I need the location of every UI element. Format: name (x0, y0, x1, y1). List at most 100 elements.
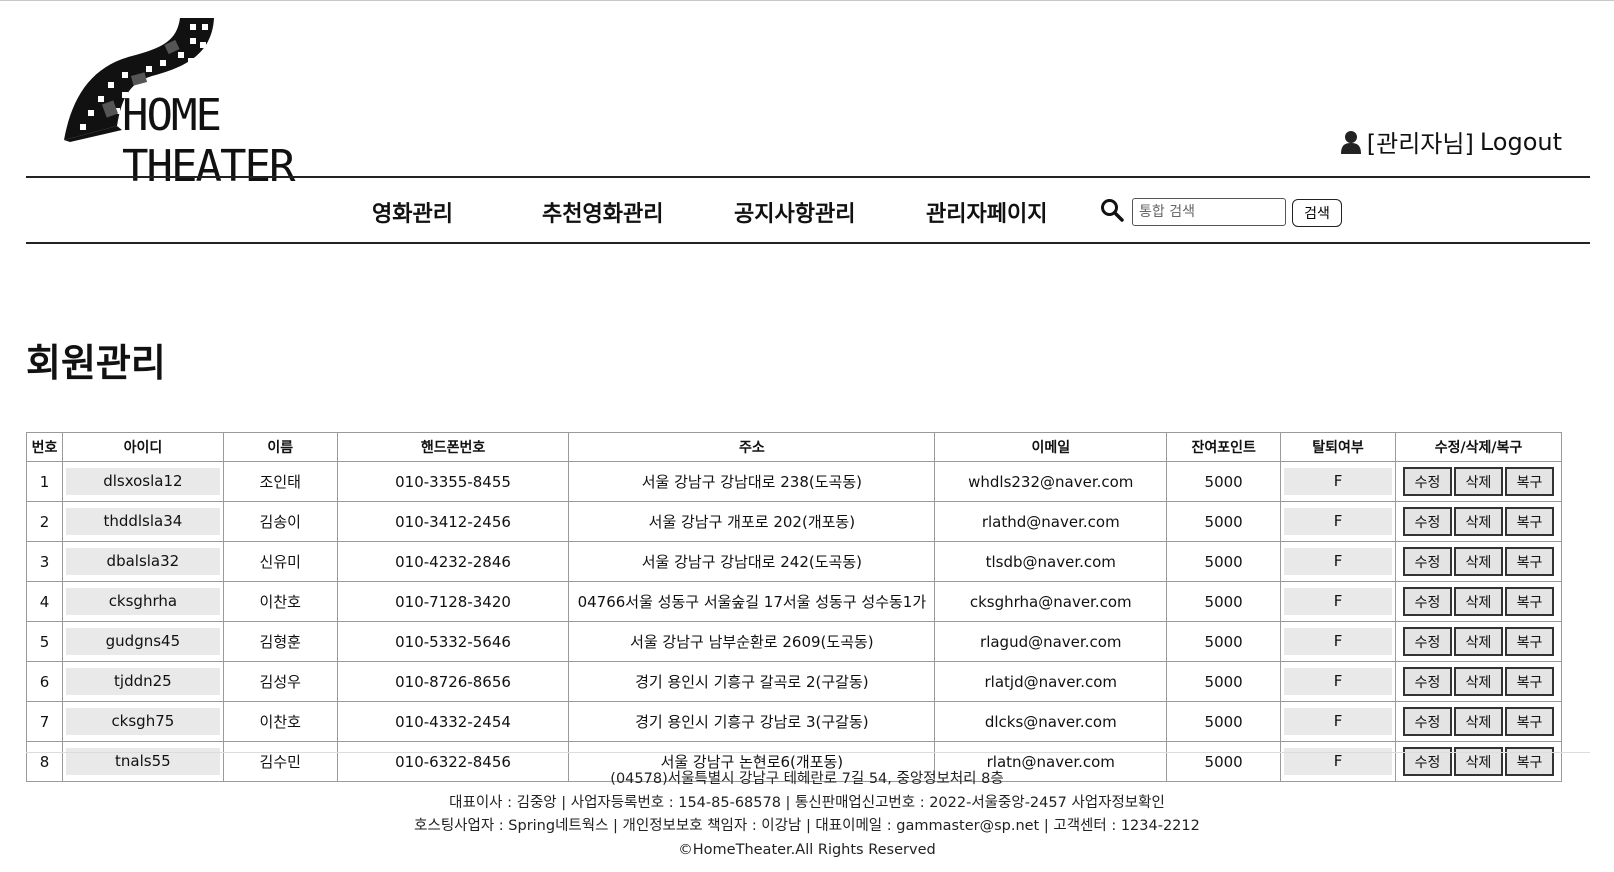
cell-withdrawn: F (1284, 588, 1392, 615)
nav-item-notice-manage[interactable]: 공지사항관리 (734, 196, 855, 228)
cell-phone: 010-4232-2846 (336, 541, 570, 582)
cell-withdrawn-cell: F (1280, 541, 1396, 582)
edit-button[interactable]: 수정 (1402, 507, 1452, 536)
footer-address: (04578)서울특별시 강남구 테헤란로 7길 54, 중앙정보처리 8층 (610, 771, 1004, 787)
cell-no: 2 (26, 501, 63, 542)
footer-divider (26, 752, 1590, 753)
cell-address: 서울 강남구 개포로 202(개포동) (568, 501, 936, 542)
table-body: 1 dlsxosla12 조인태 010-3355-8455 서울 강남구 강남대로 2… (26, 461, 1563, 782)
cell-address: 서울 강남구 강남대로 238(도곡동) (568, 461, 936, 502)
nav-item-movie-manage[interactable]: 영화관리 (372, 196, 453, 228)
user-icon (1340, 130, 1361, 154)
cell-id: dbalsla32 (65, 548, 220, 575)
cell-withdrawn: F (1284, 708, 1392, 735)
column-header-actions: 수정/삭제/복구 (1394, 432, 1563, 462)
cell-name: 김형훈 (222, 621, 338, 662)
cell-email: rlagud@naver.com (934, 621, 1168, 662)
cell-points: 5000 (1166, 621, 1282, 662)
cell-phone: 010-3355-8455 (336, 461, 570, 502)
cell-email: rlatjd@naver.com (934, 661, 1168, 702)
footer-hosting-info: 호스팅사업자 : Spring네트웍스 | 개인정보보호 책임자 : 이강남 |… (414, 818, 1200, 834)
delete-button[interactable]: 삭제 (1453, 627, 1503, 656)
search-button[interactable]: 검색 (1292, 199, 1342, 227)
delete-button[interactable]: 삭제 (1453, 507, 1503, 536)
logout-link[interactable]: Logout (1480, 128, 1562, 156)
cell-no: 4 (26, 581, 63, 622)
logo[interactable]: HOME THEATER (62, 16, 402, 192)
cell-email: cksghrha@naver.com (934, 581, 1168, 622)
edit-button[interactable]: 수정 (1402, 467, 1452, 496)
delete-button[interactable]: 삭제 (1453, 547, 1503, 576)
column-header-points: 잔여포인트 (1166, 432, 1282, 462)
edit-button[interactable]: 수정 (1402, 667, 1452, 696)
cell-withdrawn: F (1284, 628, 1392, 655)
cell-no: 7 (26, 701, 63, 742)
cell-email: whdls232@naver.com (934, 461, 1168, 502)
cell-id: cksgh75 (65, 708, 220, 735)
cell-phone: 010-5332-5646 (336, 621, 570, 662)
restore-button[interactable]: 복구 (1504, 547, 1554, 576)
delete-button[interactable]: 삭제 (1453, 667, 1503, 696)
column-header-id: 아이디 (61, 432, 224, 462)
edit-button[interactable]: 수정 (1402, 707, 1452, 736)
page: HOME THEATER [관리자님] Logout 영화관리 추천영화관리 공… (0, 0, 1614, 872)
restore-button[interactable]: 복구 (1504, 627, 1554, 656)
cell-points: 5000 (1166, 581, 1282, 622)
edit-button[interactable]: 수정 (1402, 627, 1452, 656)
cell-name: 조인태 (222, 461, 338, 502)
column-header-name: 이름 (222, 432, 338, 462)
cell-id-cell: cksgh75 (61, 701, 224, 742)
cell-id: gudgns45 (65, 628, 220, 655)
delete-button[interactable]: 삭제 (1453, 467, 1503, 496)
cell-no: 5 (26, 621, 63, 662)
footer-company-info: 대표이사 : 김중앙 | 사업자등록번호 : 154-85-68578 | 통신… (449, 794, 1165, 811)
cell-actions: 수정 삭제 복구 (1394, 581, 1563, 622)
cell-actions: 수정 삭제 복구 (1394, 621, 1563, 662)
cell-id-cell: dlsxosla12 (61, 461, 224, 502)
page-title: 회원관리 (26, 341, 166, 385)
cell-actions: 수정 삭제 복구 (1394, 701, 1563, 742)
column-header-no: 번호 (26, 432, 63, 462)
cell-phone: 010-4332-2454 (336, 701, 570, 742)
cell-withdrawn-cell: F (1280, 661, 1396, 702)
nav-item-recommended-movie-manage[interactable]: 추천영화관리 (542, 196, 663, 228)
cell-no: 1 (26, 461, 63, 502)
cell-address: 04766서울 성동구 서울숲길 17서울 성동구 성수동1가 (568, 581, 936, 622)
delete-button[interactable]: 삭제 (1453, 707, 1503, 736)
cell-id: dlsxosla12 (65, 468, 220, 495)
nav-item-admin-page[interactable]: 관리자페이지 (926, 196, 1047, 228)
cell-actions: 수정 삭제 복구 (1394, 461, 1563, 502)
cell-name: 이찬호 (222, 581, 338, 622)
cell-points: 5000 (1166, 461, 1282, 502)
cell-no: 3 (26, 541, 63, 582)
members-table: 번호 아이디 이름 핸드폰번호 주소 이메일 잔여포인트 탈퇴여부 수정/삭제/… (26, 432, 1563, 782)
cell-address: 경기 용인시 기흥구 강남로 3(구갈동) (568, 701, 936, 742)
restore-button[interactable]: 복구 (1504, 667, 1554, 696)
restore-button[interactable]: 복구 (1504, 507, 1554, 536)
cell-points: 5000 (1166, 661, 1282, 702)
cell-withdrawn: F (1284, 668, 1392, 695)
restore-button[interactable]: 복구 (1504, 707, 1554, 736)
restore-button[interactable]: 복구 (1504, 587, 1554, 616)
edit-button[interactable]: 수정 (1402, 587, 1452, 616)
restore-button[interactable]: 복구 (1504, 467, 1554, 496)
column-header-email: 이메일 (934, 432, 1168, 462)
edit-button[interactable]: 수정 (1402, 547, 1452, 576)
delete-button[interactable]: 삭제 (1453, 587, 1503, 616)
nav-divider-top (26, 176, 1590, 178)
cell-withdrawn-cell: F (1280, 701, 1396, 742)
column-header-phone: 핸드폰번호 (336, 432, 570, 462)
cell-withdrawn: F (1284, 548, 1392, 575)
cell-points: 5000 (1166, 501, 1282, 542)
cell-withdrawn-cell: F (1280, 621, 1396, 662)
cell-actions: 수정 삭제 복구 (1394, 541, 1563, 582)
cell-points: 5000 (1166, 541, 1282, 582)
search-icon[interactable] (1100, 198, 1124, 222)
cell-email: dlcks@naver.com (934, 701, 1168, 742)
cell-name: 김송이 (222, 501, 338, 542)
cell-phone: 010-8726-8656 (336, 661, 570, 702)
cell-withdrawn-cell: F (1280, 461, 1396, 502)
column-header-withdrawn: 탈퇴여부 (1280, 432, 1396, 462)
cell-id: cksghrha (65, 588, 220, 615)
search-input[interactable] (1132, 198, 1286, 226)
